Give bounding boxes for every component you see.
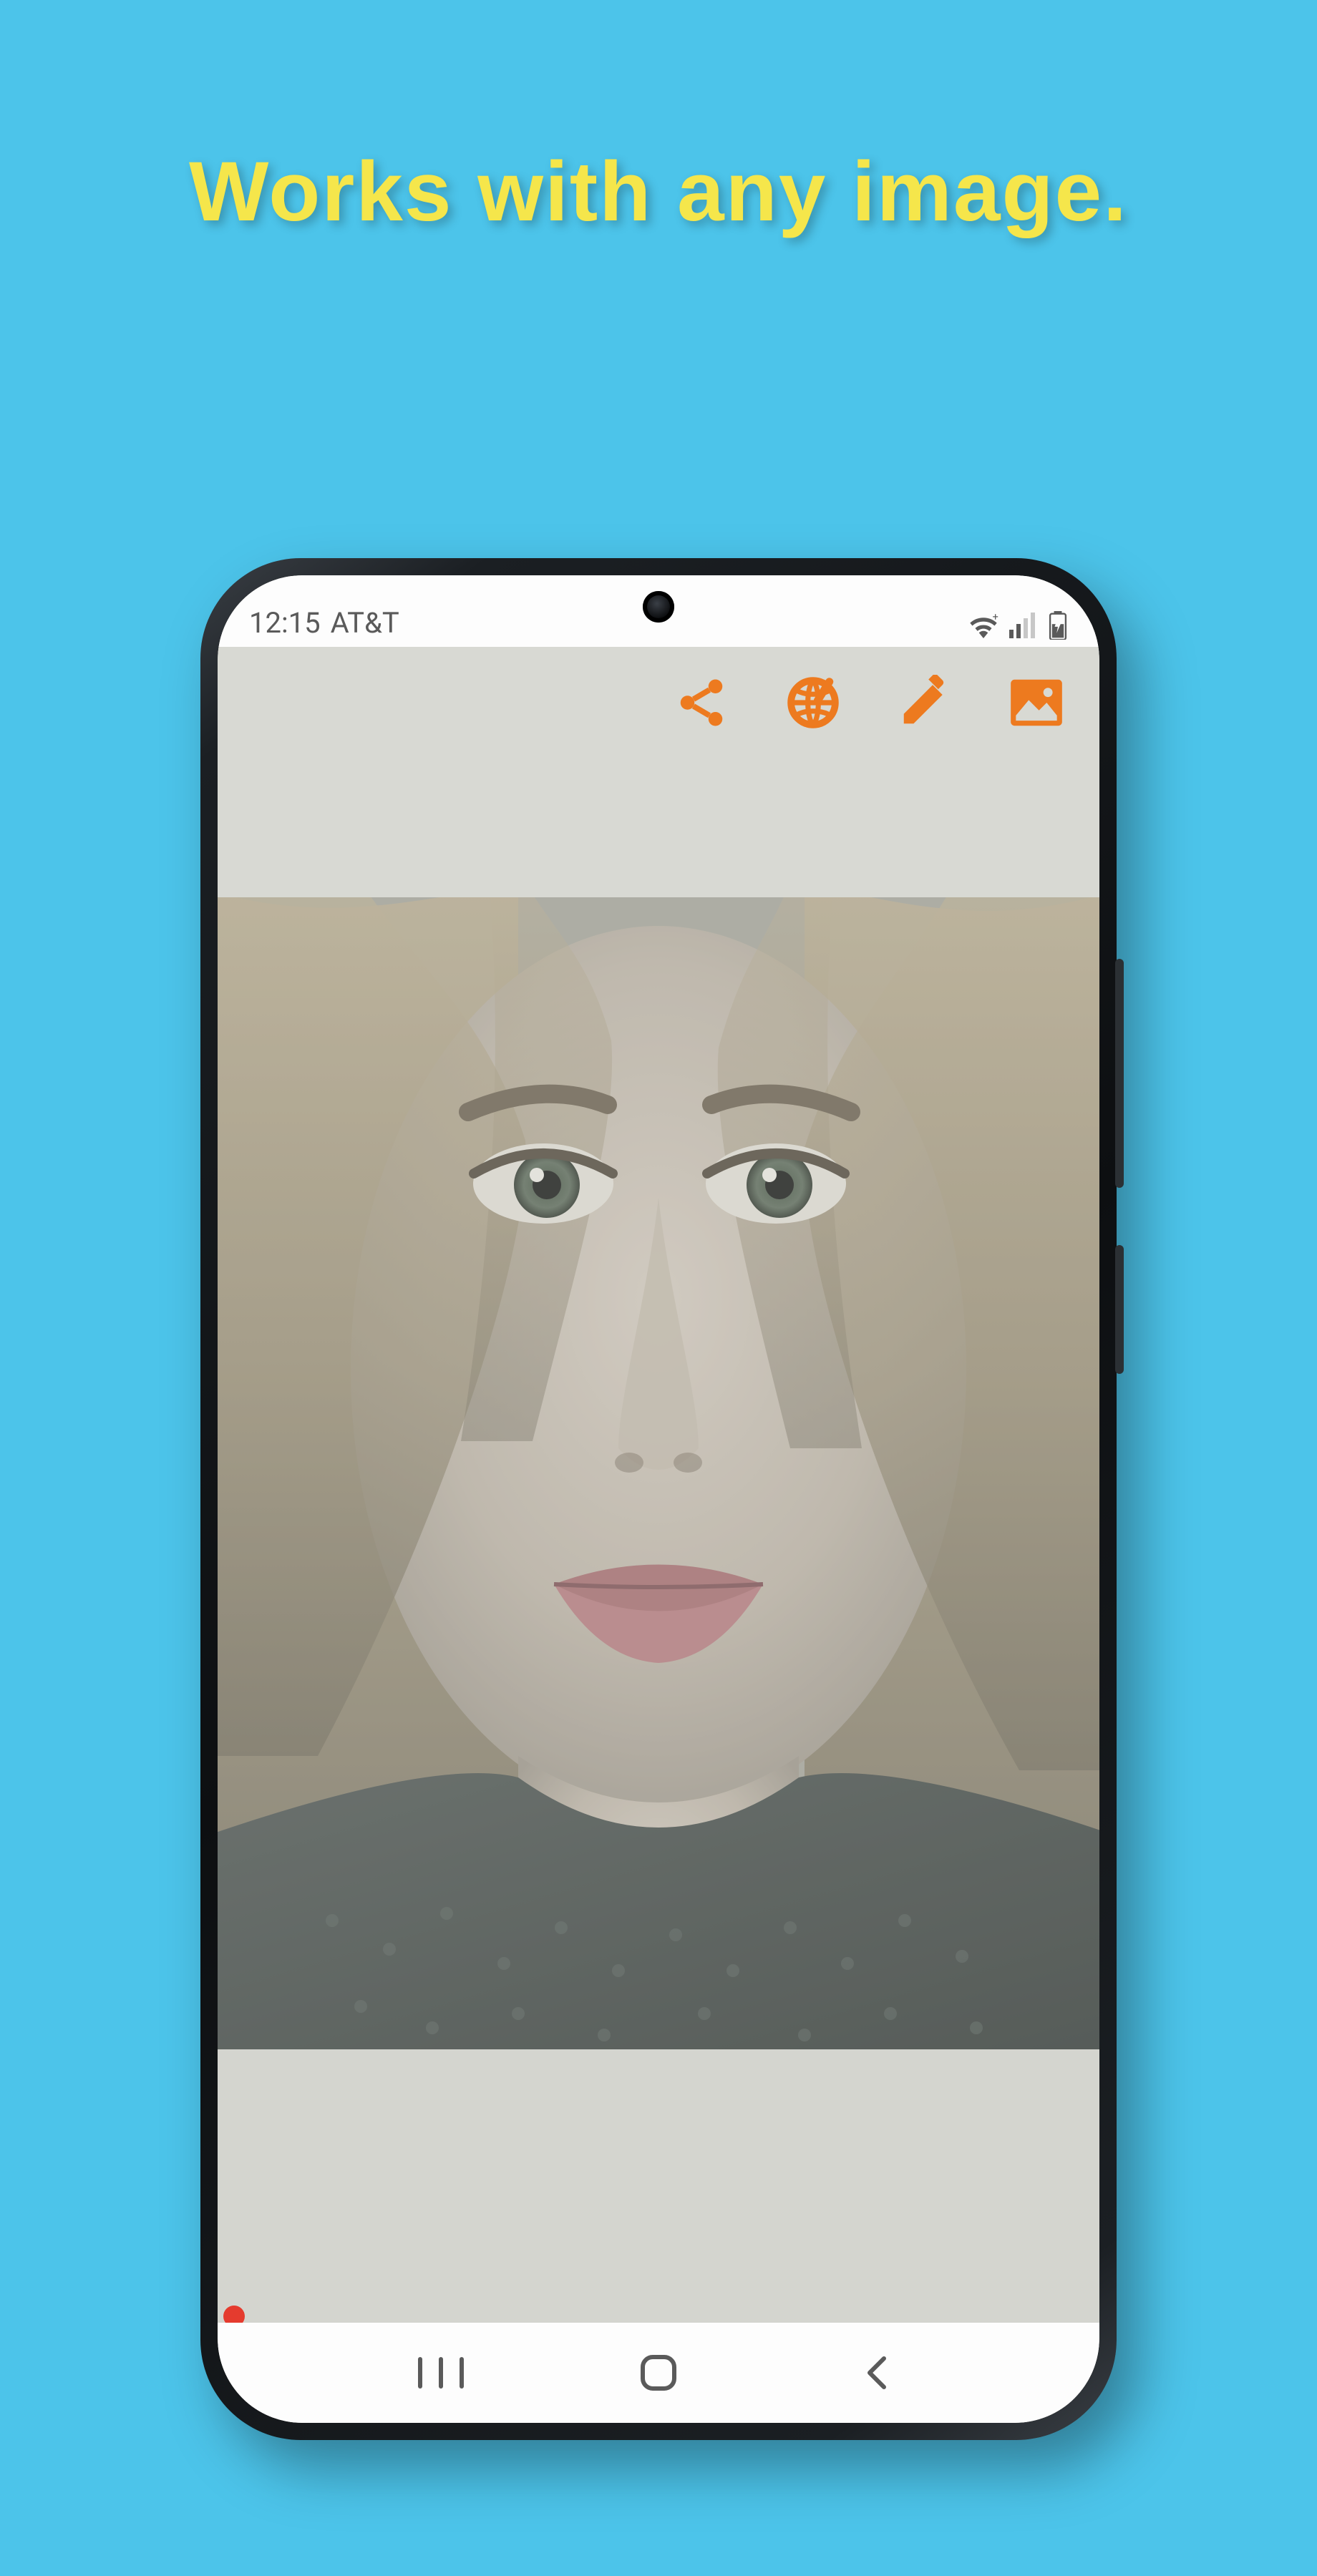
phone-frame: 12:15 AT&T +: [200, 558, 1117, 2440]
home-icon: [638, 2353, 679, 2393]
portrait-photo: [218, 897, 1099, 2049]
android-nav-bar: [218, 2323, 1099, 2423]
signal-icon: [1009, 613, 1038, 638]
recents-icon: [416, 2356, 466, 2389]
back-button[interactable]: [833, 2344, 919, 2401]
globe-button[interactable]: [779, 668, 847, 737]
status-time: 12:15: [249, 606, 321, 640]
bottom-panel: [218, 2049, 1099, 2321]
home-button[interactable]: [616, 2344, 701, 2401]
recents-button[interactable]: [398, 2344, 484, 2401]
svg-text:+: +: [993, 613, 998, 623]
marketing-headline: Works with any image.: [0, 143, 1317, 240]
battery-icon: [1048, 611, 1068, 640]
app-toolbar: [218, 647, 1099, 897]
back-icon: [861, 2353, 891, 2393]
power-button: [1115, 1245, 1124, 1374]
share-icon: [674, 675, 729, 731]
edit-button[interactable]: [890, 668, 959, 737]
phone-screen: 12:15 AT&T +: [218, 575, 1099, 2423]
globe-icon: [785, 675, 841, 731]
status-carrier: AT&T: [331, 606, 399, 640]
volume-button: [1115, 959, 1124, 1188]
image-viewport[interactable]: [218, 897, 1099, 2049]
image-button[interactable]: [1002, 668, 1071, 737]
phone-bezel: 12:15 AT&T +: [218, 575, 1099, 2423]
wifi-icon: +: [968, 613, 999, 638]
share-button[interactable]: [667, 668, 736, 737]
front-camera-notch: [643, 591, 674, 623]
image-icon: [1006, 672, 1067, 733]
pencil-icon: [897, 675, 953, 731]
